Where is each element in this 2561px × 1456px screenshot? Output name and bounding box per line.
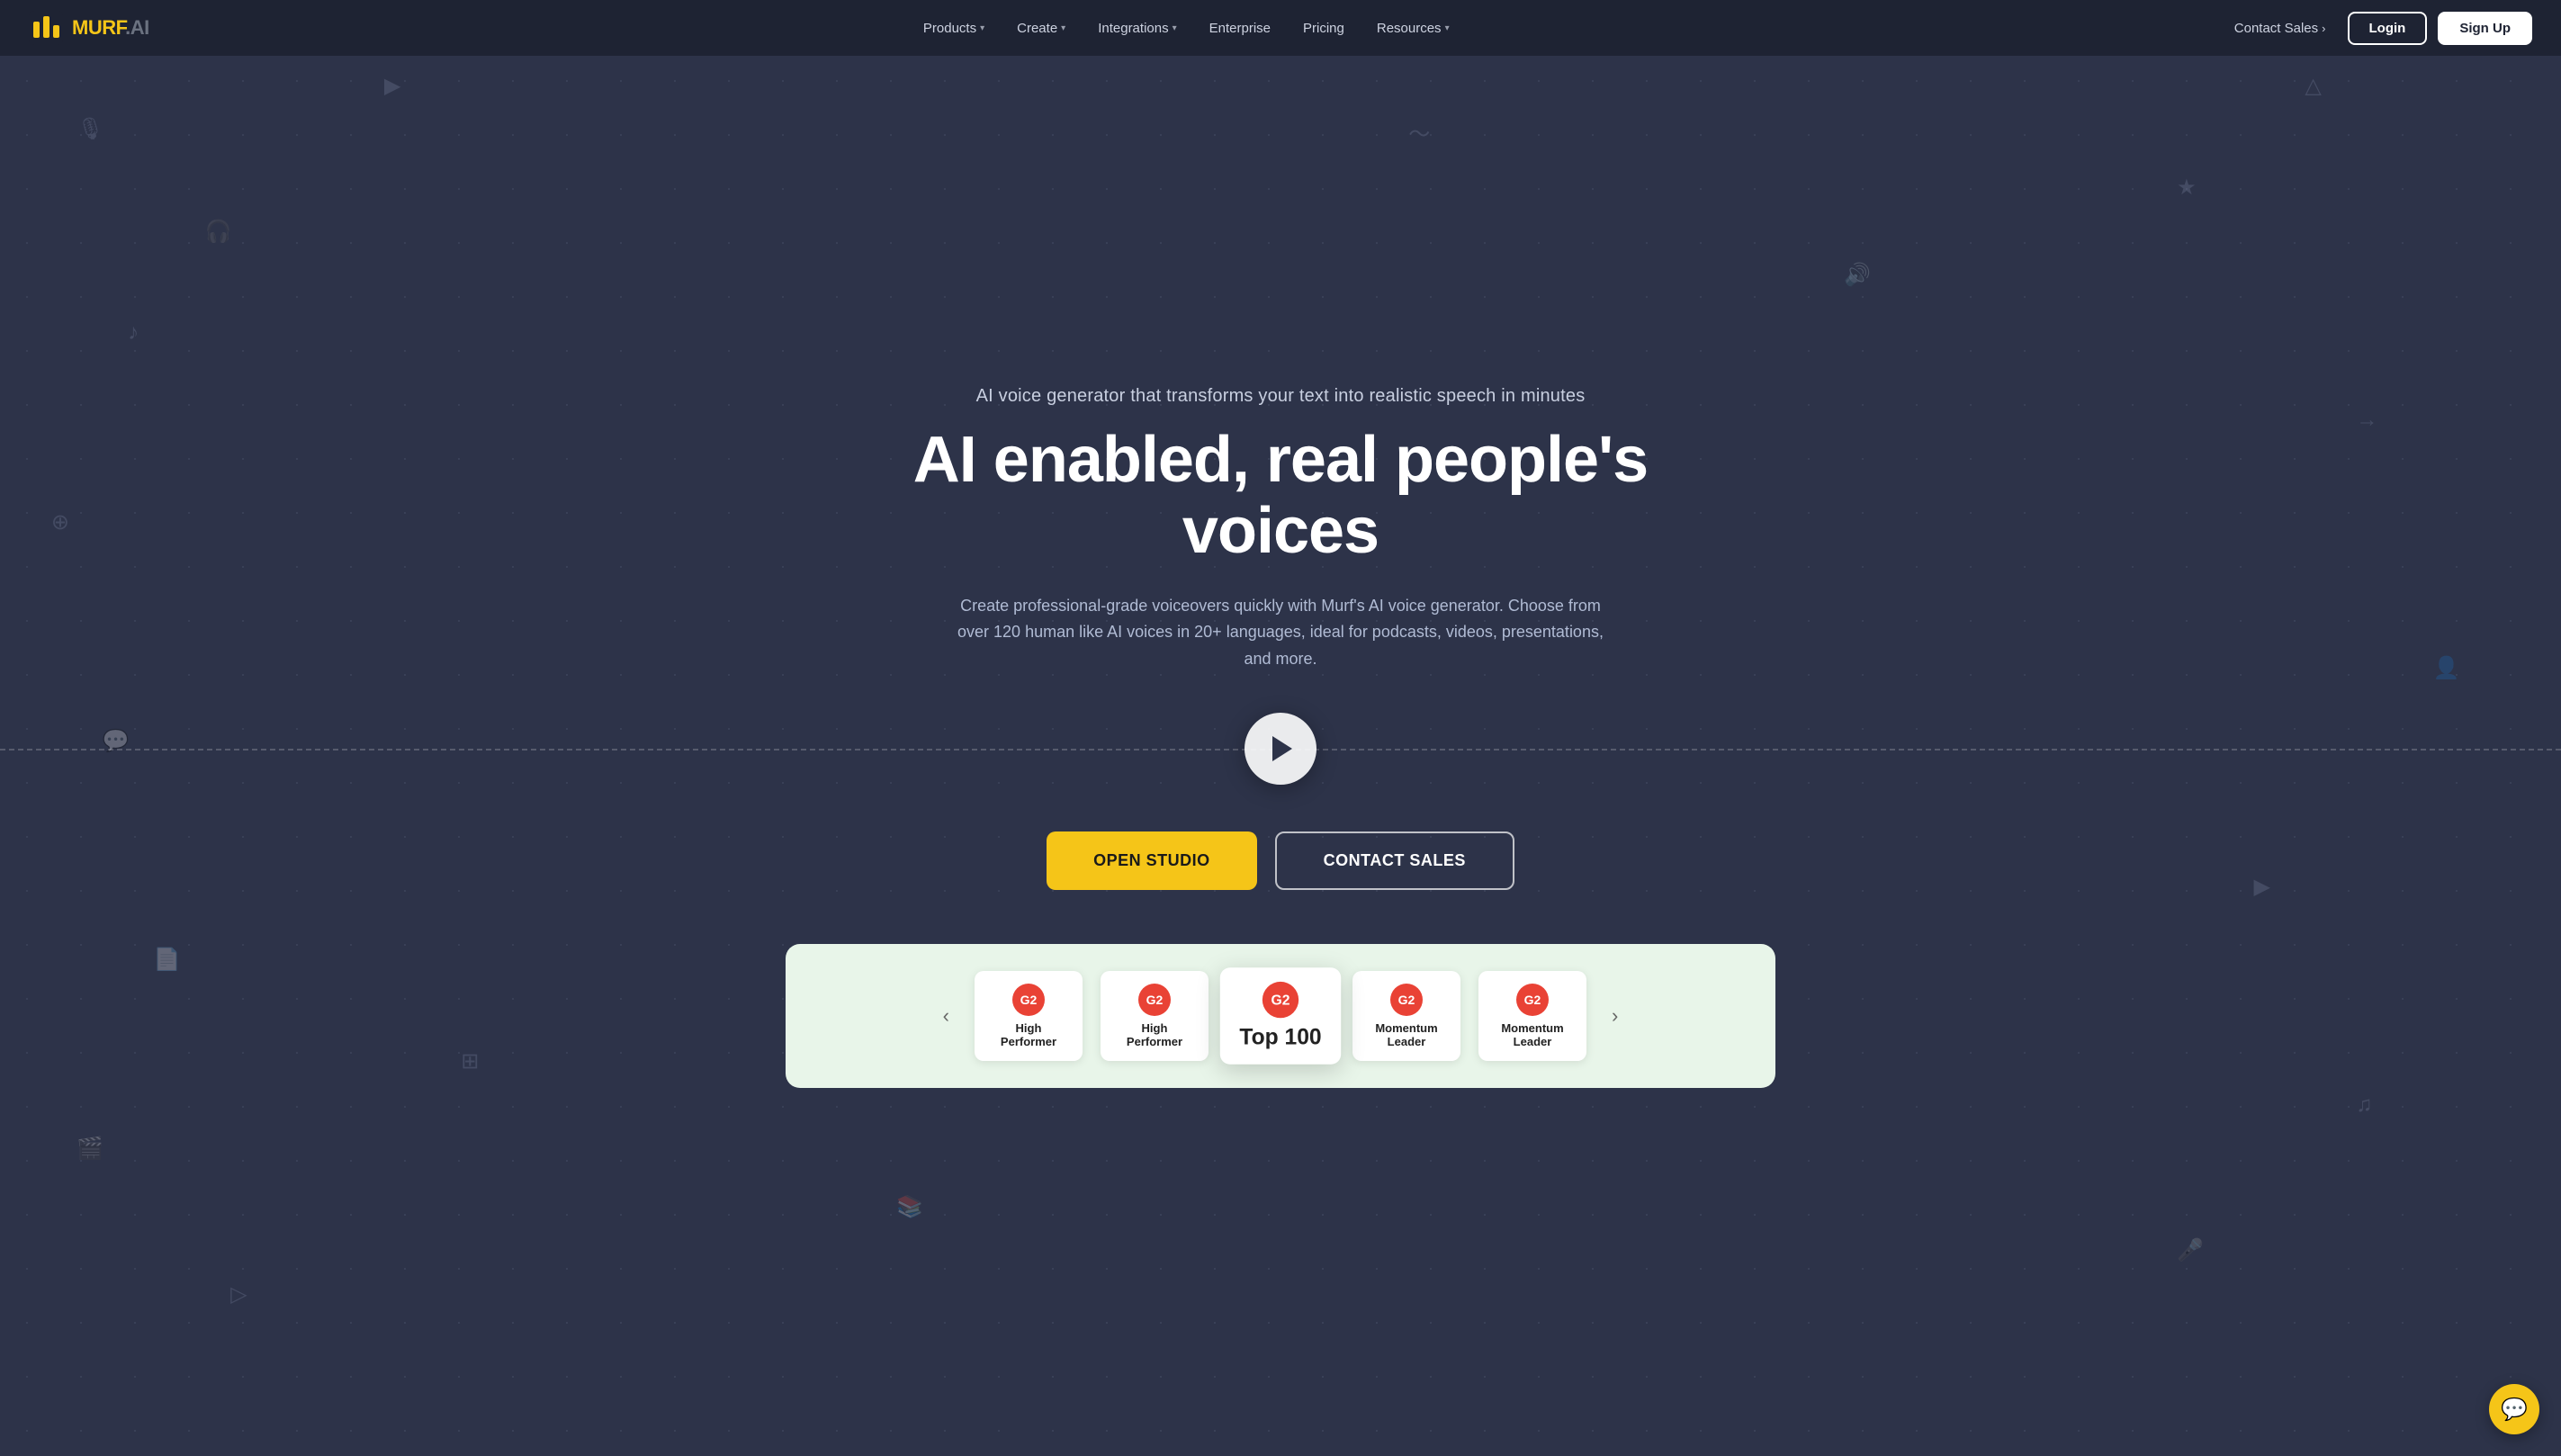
nav-contact-sales-link[interactable]: Contact Sales › <box>2224 13 2337 43</box>
signup-button[interactable]: Sign Up <box>2438 12 2532 45</box>
play-triangle-icon <box>1272 736 1292 761</box>
badge-card-1: G2 HighPerformer <box>975 971 1083 1061</box>
badges-prev-button[interactable]: ‹ <box>936 1004 957 1028</box>
hero-title: AI enabled, real people's voices <box>876 425 1685 567</box>
nav-integrations[interactable]: Integrations ▾ <box>1083 13 1191 43</box>
integrations-chevron-icon: ▾ <box>1173 23 1177 33</box>
nav-create[interactable]: Create ▾ <box>1002 13 1080 43</box>
badge-title-3: MomentumLeader <box>1375 1021 1437 1048</box>
nav-enterprise[interactable]: Enterprise <box>1195 13 1285 43</box>
badge-card-featured: G2 Top 100 <box>1220 967 1341 1065</box>
nav-products[interactable]: Products ▾ <box>909 13 999 43</box>
login-button[interactable]: Login <box>2348 12 2428 45</box>
navbar: MURF.AI Products ▾ Create ▾ Integrations… <box>0 0 2561 56</box>
nav-resources[interactable]: Resources ▾ <box>1362 13 1464 43</box>
badge-title-2: HighPerformer <box>1127 1021 1182 1048</box>
cta-buttons: OPEN STUDIO CONTACT SALES <box>876 831 1685 890</box>
g2-icon-1: G2 <box>1012 984 1045 1016</box>
badge-card-4: G2 MomentumLeader <box>1478 971 1586 1061</box>
badge-title-4: MomentumLeader <box>1501 1021 1563 1048</box>
social-proof-strip: ‹ G2 HighPerformer G2 HighPerformer G2 T… <box>786 944 1775 1088</box>
hero-section: 🎙 🎧 ▶ ♪ ⊕ 💬 📄 🎬 ▷ ★ △ → 👤 ▶ ♫ 🎤 〜 🔊 ⊞ 📚 … <box>0 0 2561 1456</box>
g2-icon-3: G2 <box>1390 984 1423 1016</box>
nav-center: Products ▾ Create ▾ Integrations ▾ Enter… <box>909 13 1464 43</box>
badges-next-button[interactable]: › <box>1604 1004 1625 1028</box>
logo[interactable]: MURF.AI <box>29 11 149 45</box>
badge-title-1: HighPerformer <box>1001 1021 1056 1048</box>
logo-text: MURF.AI <box>72 16 149 40</box>
play-button-container <box>876 713 1685 785</box>
contact-sales-button[interactable]: CONTACT SALES <box>1275 831 1514 890</box>
badge-card-2: G2 HighPerformer <box>1101 971 1209 1061</box>
hero-subtitle: AI voice generator that transforms your … <box>876 386 1685 407</box>
hero-description: Create professional-grade voiceovers qui… <box>948 593 1613 673</box>
play-button[interactable] <box>1245 713 1316 785</box>
g2-icon-featured: G2 <box>1263 982 1298 1018</box>
arrow-right-icon: › <box>2322 22 2325 35</box>
open-studio-button[interactable]: OPEN STUDIO <box>1047 831 1257 890</box>
create-chevron-icon: ▾ <box>1061 23 1065 33</box>
g2-icon-4: G2 <box>1516 984 1549 1016</box>
nav-pricing[interactable]: Pricing <box>1289 13 1359 43</box>
nav-left: MURF.AI <box>29 11 149 45</box>
badge-top100-text: Top 100 <box>1239 1024 1321 1050</box>
products-chevron-icon: ▾ <box>980 23 984 33</box>
badge-card-3: G2 MomentumLeader <box>1352 971 1460 1061</box>
hero-content: AI voice generator that transforms your … <box>876 386 1685 889</box>
chat-bubble[interactable]: 💬 <box>2489 1384 2539 1434</box>
resources-chevron-icon: ▾ <box>1445 23 1450 33</box>
logo-icon <box>29 11 63 45</box>
chat-icon: 💬 <box>2501 1397 2528 1423</box>
g2-icon-2: G2 <box>1138 984 1171 1016</box>
nav-right: Contact Sales › Login Sign Up <box>2224 12 2532 45</box>
